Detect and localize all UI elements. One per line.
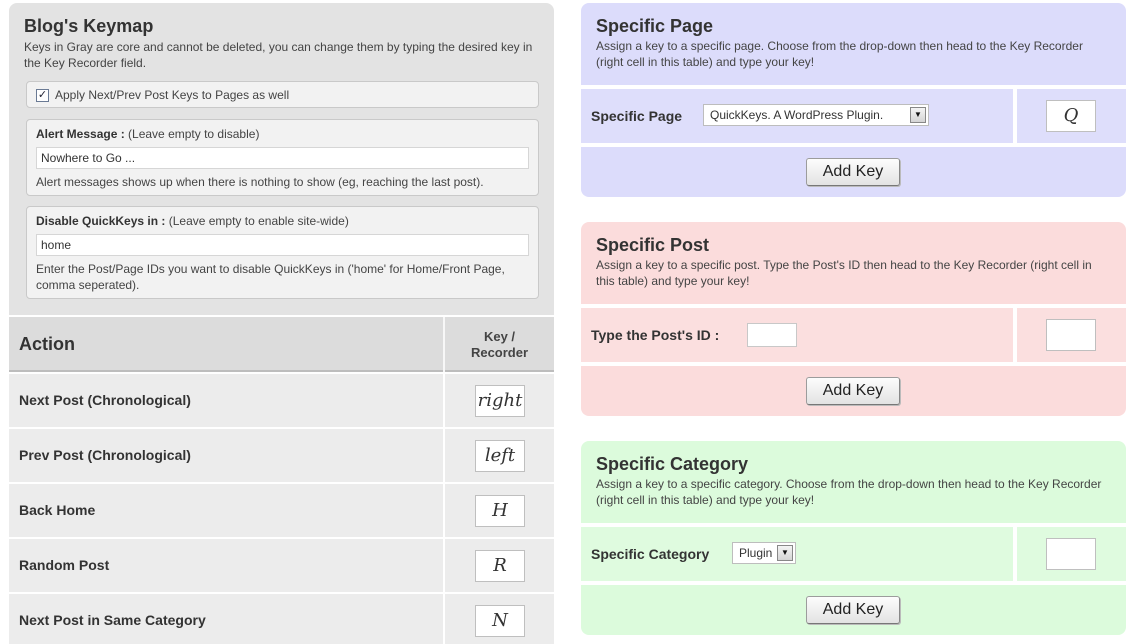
action-label: Next Post (Chronological) bbox=[19, 392, 191, 408]
apply-to-pages-label: Apply Next/Prev Post Keys to Pages as we… bbox=[55, 88, 290, 102]
selected-category-value: Plugin bbox=[739, 546, 773, 560]
specific-post-header: Specific Post Assign a key to a specific… bbox=[581, 222, 1126, 304]
apply-to-pages-checkbox[interactable]: ✓ bbox=[36, 88, 49, 102]
specific-category-title: Specific Category bbox=[596, 454, 749, 474]
specific-category-select[interactable]: Plugin ▼ bbox=[732, 542, 796, 564]
alert-message-help: Alert messages shows up when there is no… bbox=[36, 175, 484, 189]
disable-quickkeys-input[interactable] bbox=[36, 234, 529, 256]
alert-message-input[interactable] bbox=[36, 147, 529, 169]
add-page-key-button[interactable]: Add Key bbox=[806, 158, 900, 186]
specific-category-key-recorder[interactable] bbox=[1046, 538, 1096, 570]
column-divider bbox=[443, 374, 445, 427]
specific-page-card: Specific Page Assign a key to a specific… bbox=[581, 3, 1126, 197]
alert-message-box: Alert Message : (Leave empty to disable)… bbox=[26, 119, 539, 196]
selected-page-value: QuickKeys. A WordPress Plugin. bbox=[710, 108, 884, 122]
action-label: Back Home bbox=[19, 502, 96, 518]
table-row: Next Post (Chronological) right bbox=[9, 374, 554, 427]
specific-post-key-recorder[interactable] bbox=[1046, 319, 1096, 351]
key-recorder-field[interactable]: H bbox=[475, 495, 525, 527]
specific-post-card: Specific Post Assign a key to a specific… bbox=[581, 222, 1126, 416]
disable-quickkeys-box: Disable QuickKeys in : (Leave empty to e… bbox=[26, 206, 539, 299]
apply-to-pages-option[interactable]: ✓ Apply Next/Prev Post Keys to Pages as … bbox=[36, 87, 529, 103]
table-row: Random Post R bbox=[9, 539, 554, 592]
blog-keymap-panel: Blog's Keymap Keys in Gray are core and … bbox=[9, 3, 554, 315]
key-recorder-field[interactable]: right bbox=[475, 385, 525, 417]
column-divider bbox=[443, 429, 445, 482]
specific-post-title: Specific Post bbox=[596, 235, 710, 255]
specific-category-footer: Add Key bbox=[581, 585, 1126, 635]
disable-quickkeys-label: Disable QuickKeys in : (Leave empty to e… bbox=[36, 214, 349, 228]
specific-page-title: Specific Page bbox=[596, 16, 714, 36]
column-divider bbox=[1013, 527, 1017, 581]
chevron-down-icon[interactable]: ▼ bbox=[777, 545, 793, 561]
action-label: Prev Post (Chronological) bbox=[19, 447, 191, 463]
specific-category-header: Specific Category Assign a key to a spec… bbox=[581, 441, 1126, 523]
apply-to-pages-box: ✓ Apply Next/Prev Post Keys to Pages as … bbox=[26, 81, 539, 108]
key-recorder-field[interactable]: N bbox=[475, 605, 525, 637]
specific-page-select[interactable]: QuickKeys. A WordPress Plugin. ▼ bbox=[703, 104, 929, 126]
action-key-table: Action Key / Recorder Next Post (Chronol… bbox=[9, 317, 554, 644]
specific-page-label: Specific Page bbox=[591, 108, 683, 124]
chevron-down-icon[interactable]: ▼ bbox=[910, 107, 926, 123]
column-divider bbox=[443, 484, 445, 537]
specific-page-footer: Add Key bbox=[581, 147, 1126, 197]
disable-quickkeys-help: Enter the Post/Page IDs you want to disa… bbox=[36, 262, 505, 292]
table-row: Back Home H bbox=[9, 484, 554, 537]
column-divider bbox=[443, 594, 445, 644]
specific-category-description: Assign a key to a specific category. Cho… bbox=[596, 477, 1102, 507]
specific-post-footer: Add Key bbox=[581, 366, 1126, 416]
specific-category-label: Specific Category bbox=[591, 546, 710, 562]
action-column-header: Action bbox=[19, 334, 75, 354]
add-category-key-button[interactable]: Add Key bbox=[806, 596, 900, 624]
check-icon: ✓ bbox=[37, 88, 48, 101]
table-row: Prev Post (Chronological) left bbox=[9, 429, 554, 482]
add-post-key-button[interactable]: Add Key bbox=[806, 377, 900, 405]
specific-post-description: Assign a key to a specific post. Type th… bbox=[596, 258, 1092, 288]
action-label: Next Post in Same Category bbox=[19, 612, 206, 628]
alert-message-label: Alert Message : (Leave empty to disable) bbox=[36, 127, 260, 141]
column-divider bbox=[443, 539, 445, 592]
blog-keymap-description: Keys in Gray are core and cannot be dele… bbox=[24, 40, 533, 70]
specific-category-card: Specific Category Assign a key to a spec… bbox=[581, 441, 1126, 635]
post-id-label: Type the Post's ID : bbox=[591, 327, 720, 343]
action-table-header: Action Key / Recorder bbox=[9, 317, 554, 372]
key-recorder-field[interactable]: R bbox=[475, 550, 525, 582]
key-recorder-field[interactable]: left bbox=[475, 440, 525, 472]
action-label: Random Post bbox=[19, 557, 110, 573]
column-divider bbox=[1013, 89, 1017, 143]
post-id-input[interactable] bbox=[747, 323, 797, 347]
specific-post-row: Type the Post's ID : bbox=[581, 308, 1126, 362]
specific-page-header: Specific Page Assign a key to a specific… bbox=[581, 3, 1126, 85]
column-divider bbox=[1013, 308, 1017, 362]
blog-keymap-title: Blog's Keymap bbox=[24, 16, 154, 36]
table-row: Next Post in Same Category N bbox=[9, 594, 554, 644]
key-recorder-column-header: Key / Recorder bbox=[470, 329, 529, 360]
specific-page-key-recorder[interactable]: Q bbox=[1046, 100, 1096, 132]
specific-page-row: Specific Page QuickKeys. A WordPress Plu… bbox=[581, 89, 1126, 143]
specific-category-row: Specific Category Plugin ▼ bbox=[581, 527, 1126, 581]
specific-page-description: Assign a key to a specific page. Choose … bbox=[596, 39, 1083, 69]
